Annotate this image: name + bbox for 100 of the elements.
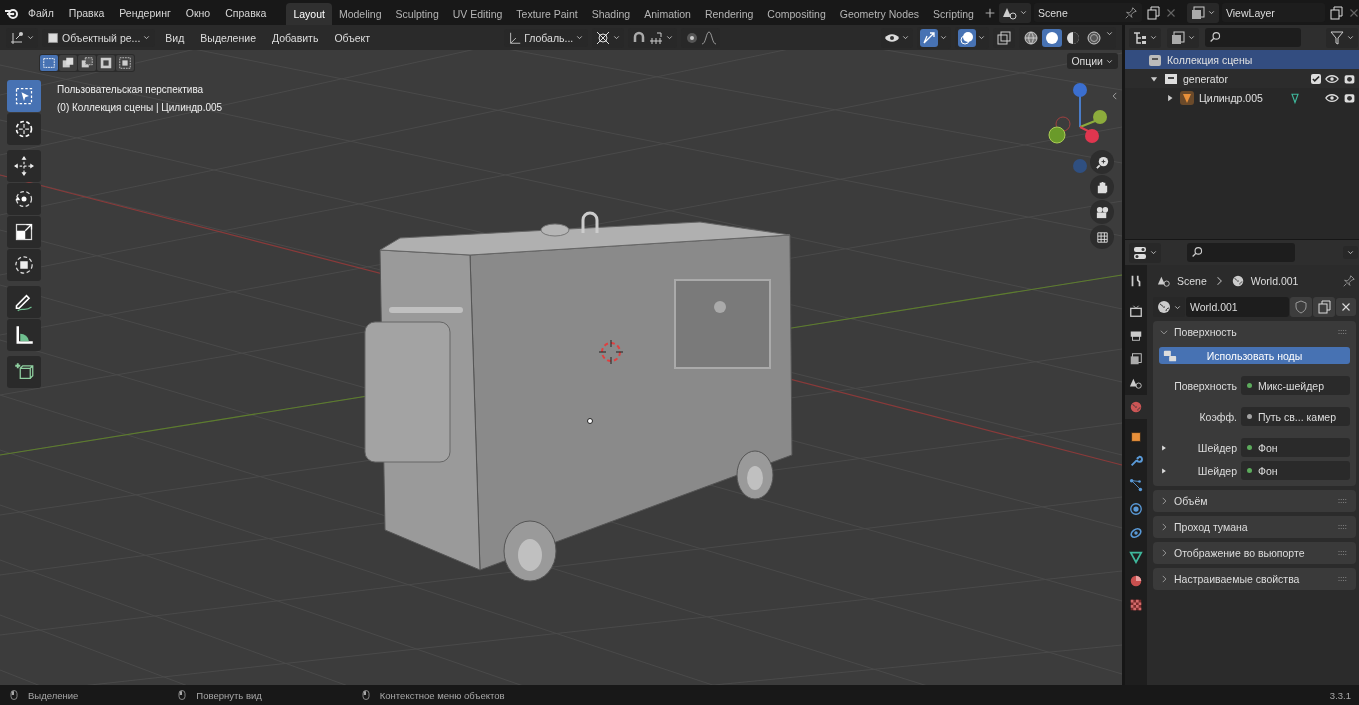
nav-button[interactable] (1090, 200, 1114, 224)
search-field[interactable] (1187, 243, 1295, 262)
mouse-icon (8, 689, 20, 701)
selection-square-icon (61, 56, 75, 70)
caret-icon (612, 33, 622, 42)
tool-button[interactable] (7, 150, 41, 182)
panel-header[interactable]: Отображение во вьюпорте (1153, 542, 1356, 564)
workspace-tab[interactable]: Layout (286, 3, 332, 25)
collection-checkbox[interactable] (1311, 73, 1321, 84)
workspace-tab[interactable]: Modeling (331, 3, 389, 25)
scene-icon (1157, 274, 1171, 288)
breadcrumb-item[interactable]: Scene (1177, 275, 1207, 287)
particles-icon (1129, 478, 1143, 492)
properties-toggle-icon[interactable] (1132, 244, 1148, 261)
nav-button[interactable] (1090, 175, 1114, 199)
panel-header[interactable]: Объём (1153, 490, 1356, 512)
xray-squares-icon[interactable] (996, 29, 1012, 46)
workspace-tab[interactable]: Animation (637, 3, 698, 25)
tool-button[interactable] (7, 249, 41, 281)
menu-item[interactable]: Вид (159, 29, 191, 46)
filter-icon[interactable] (1329, 29, 1345, 46)
options-dropdown[interactable] (1343, 246, 1358, 259)
collapsed-triangle-icon[interactable] (1165, 92, 1175, 103)
pin-icon[interactable] (1342, 274, 1356, 288)
menu-item[interactable]: Справка (218, 3, 274, 22)
options-dropdown[interactable]: Опции (1067, 53, 1118, 69)
selection-mode-button[interactable] (40, 55, 58, 71)
gizmo-toggle[interactable] (920, 28, 938, 47)
shader-socket-field[interactable]: Фон (1241, 461, 1350, 480)
workspace-tab[interactable]: Sculpting (388, 3, 446, 25)
menu-item[interactable]: Файл (21, 3, 61, 22)
search-field[interactable] (1205, 28, 1301, 47)
overlays-toggle[interactable] (958, 28, 976, 47)
selection-mode-button[interactable] (97, 55, 115, 71)
sphere-icon (1065, 29, 1081, 46)
menu-item[interactable]: Объект (328, 29, 377, 46)
workspace-tab[interactable]: Shading (584, 3, 638, 25)
selection-square-icon (118, 56, 132, 70)
image-stack-icon[interactable] (1170, 29, 1186, 46)
menu-item[interactable]: Окно (178, 3, 218, 22)
outliner-row[interactable]: Цилиндр.005 (1125, 88, 1359, 107)
origin-dot (587, 418, 593, 424)
copy-icon[interactable] (1316, 299, 1332, 315)
copy-icon[interactable] (1144, 4, 1161, 21)
shading-mode-button[interactable] (1042, 28, 1062, 47)
outliner-row[interactable]: generator (1125, 69, 1359, 88)
nav-button[interactable] (1090, 225, 1114, 249)
axes-cursor-icon[interactable] (9, 29, 25, 46)
menu-item[interactable]: Рендеринг (112, 3, 178, 22)
tool-button[interactable] (7, 216, 41, 248)
camera-icon[interactable] (1343, 91, 1356, 104)
falloff-curve-icon[interactable] (701, 29, 718, 46)
panel-header[interactable]: Настраиваемые свойства (1153, 568, 1356, 590)
selection-mode-button[interactable] (78, 55, 96, 71)
panel-header[interactable]: Поверхность (1153, 321, 1356, 343)
selection-mode-button[interactable] (116, 55, 134, 71)
outliner-row[interactable]: Коллекция сцены (1125, 50, 1359, 69)
copy-icon[interactable] (1327, 4, 1344, 21)
shader-socket-field[interactable]: Микс-шейдер (1241, 376, 1350, 395)
tool-button[interactable] (7, 356, 41, 388)
status-hint: Контекстное меню объектов (379, 689, 505, 701)
workspace-tab[interactable]: UV Editing (445, 3, 510, 25)
outliner-list-icon[interactable] (1132, 29, 1148, 46)
mouse-icon (176, 689, 189, 701)
image-stack-icon[interactable] (1189, 4, 1206, 21)
workspace-tab[interactable]: Scripting (926, 3, 981, 25)
triangle-mesh-icon (1129, 550, 1143, 564)
pivot-icon[interactable] (595, 29, 612, 46)
workspace-tab[interactable]: Geometry Nodes (832, 3, 927, 25)
selection-mode-button[interactable] (59, 55, 77, 71)
shader-socket-field[interactable]: Путь св... камер (1241, 407, 1350, 426)
version-label: 3.3.1 (1329, 689, 1351, 701)
workspace-tab[interactable]: Texture Paint (509, 3, 585, 25)
tool-button[interactable] (7, 113, 41, 145)
tool-icon (1129, 274, 1143, 288)
shader-socket-field[interactable]: Фон (1241, 438, 1350, 457)
navigation-gizmo[interactable] (1048, 83, 1107, 173)
workspace-tab[interactable]: Rendering (697, 3, 761, 25)
caret-icon (26, 33, 35, 42)
menu-item[interactable]: Правка (61, 3, 112, 22)
pin-icon[interactable] (1123, 5, 1138, 20)
use-nodes-button[interactable]: Использовать ноды (1159, 347, 1350, 364)
shield-icon[interactable] (1293, 299, 1309, 315)
tool-button[interactable] (7, 286, 41, 318)
nav-button[interactable] (1090, 150, 1114, 174)
tool-button[interactable] (7, 319, 41, 351)
panel-header[interactable]: Проход тумана (1153, 516, 1356, 538)
breadcrumb-item[interactable]: World.001 (1250, 275, 1299, 287)
shading-mode-button[interactable] (1021, 28, 1041, 47)
camera-icon[interactable] (1343, 72, 1356, 85)
workspace-tab[interactable]: Compositing (760, 3, 833, 25)
menu-item[interactable]: Добавить (265, 29, 325, 46)
shading-mode-button[interactable] (1084, 28, 1104, 47)
tool-button[interactable] (7, 183, 41, 215)
snap-grid-icon[interactable] (648, 29, 665, 46)
rotate-icon (14, 189, 34, 209)
overlay-circles-icon (959, 29, 975, 46)
orbit-icon (1129, 502, 1143, 516)
menu-item[interactable]: Выделение (194, 29, 262, 46)
status-hint: Повернуть вид (196, 689, 262, 701)
